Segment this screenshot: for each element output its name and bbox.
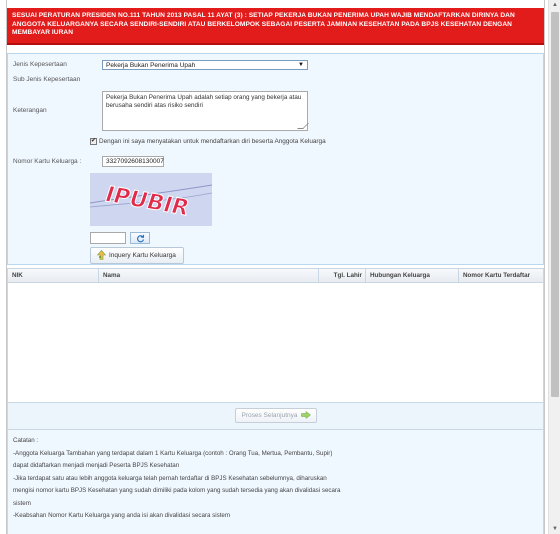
col-nama[interactable]: Nama	[99, 269, 319, 283]
scroll-down-icon[interactable]: ▼	[549, 524, 560, 534]
proses-selanjutnya-button[interactable]: Proses Selanjutnya	[235, 408, 317, 423]
captcha-input[interactable]	[90, 232, 126, 244]
kk-label: Nomor Kartu Keluarga :	[13, 158, 82, 165]
notes-title: Catatan :	[13, 437, 39, 444]
col-hubungan[interactable]: Hubungan Keluarga	[366, 269, 459, 283]
note-line: sistem	[13, 499, 31, 507]
sub-jenis-label: Sub Jenis Kepesertaan	[13, 76, 81, 83]
captcha-refresh-button[interactable]	[130, 232, 150, 244]
note-line: mengisi nomor kartu BPJS Kesehatan yang …	[13, 487, 341, 494]
keterangan-label: Keterangan	[13, 107, 47, 114]
page-scrollbar[interactable]: ▲ ▼	[548, 0, 560, 534]
plus-arrow-icon	[96, 249, 107, 262]
arrow-right-icon	[300, 410, 311, 421]
scrollbar-thumb[interactable]	[551, 12, 559, 397]
jenis-kepesertaan-label: Jenis Kepesertaan	[13, 61, 67, 68]
grid-header: NIK Nama Tgl. Lahir Hubungan Keluarga No…	[8, 269, 543, 283]
kk-input[interactable]: 3327092608130007	[102, 156, 164, 167]
note-line: -Keabsahan Nomor Kartu Keluarga yang and…	[13, 512, 231, 519]
captcha-image: IPUBIR	[90, 173, 212, 226]
scroll-up-icon[interactable]: ▲	[549, 0, 560, 10]
proses-label: Proses Selanjutnya	[241, 412, 298, 419]
col-nomor-kartu[interactable]: Nomor Kartu Terdaftar	[459, 269, 544, 283]
registration-form: Jenis Kepesertaan Pekerja Bukan Penerima…	[7, 53, 544, 265]
jenis-kepesertaan-value: Pekerja Bukan Penerima Upah	[106, 62, 196, 69]
refresh-icon	[136, 234, 144, 242]
family-checkbox-row[interactable]: ✔ Dengan ini saya menyatakan untuk menda…	[90, 138, 326, 145]
col-tgl-lahir[interactable]: Tgl. Lahir	[319, 269, 366, 283]
family-checkbox[interactable]: ✔	[90, 138, 97, 145]
dropdown-arrow-icon: ▼	[298, 62, 304, 68]
note-line: dapat didaftarkan menjadi menjadi Pesert…	[13, 462, 180, 469]
resize-grip-icon[interactable]	[297, 123, 309, 129]
keterangan-text: Pekerja Bukan Penerima Upah adalah setia…	[106, 94, 302, 109]
family-members-grid: NIK Nama Tgl. Lahir Hubungan Keluarga No…	[7, 268, 544, 403]
family-checkbox-label: Dengan ini saya menyatakan untuk mendaft…	[99, 138, 326, 145]
captcha-graphic: IPUBIR	[90, 173, 212, 226]
jenis-kepesertaan-select[interactable]: Pekerja Bukan Penerima Upah ▼	[102, 60, 308, 70]
keterangan-textarea[interactable]: Pekerja Bukan Penerima Upah adalah setia…	[102, 91, 309, 131]
grid-footer: Proses Selanjutnya	[7, 403, 544, 430]
regulation-banner: SESUAI PERATURAN PRESIDEN NO.111 TAHUN 2…	[7, 8, 544, 45]
inquiry-label: Inquery Kartu Keluarga	[109, 252, 176, 259]
note-line: -Jika terdapat satu atau lebih anggota k…	[13, 474, 327, 482]
note-line: -Anggota Keluarga Tambahan yang terdapat…	[13, 449, 333, 457]
notes-panel: Catatan : -Anggota Keluarga Tambahan yan…	[7, 430, 544, 534]
col-nik[interactable]: NIK	[8, 269, 99, 283]
page: SESUAI PERATURAN PRESIDEN NO.111 TAHUN 2…	[6, 0, 545, 534]
inquiry-kartu-keluarga-button[interactable]: Inquery Kartu Keluarga	[90, 247, 184, 264]
